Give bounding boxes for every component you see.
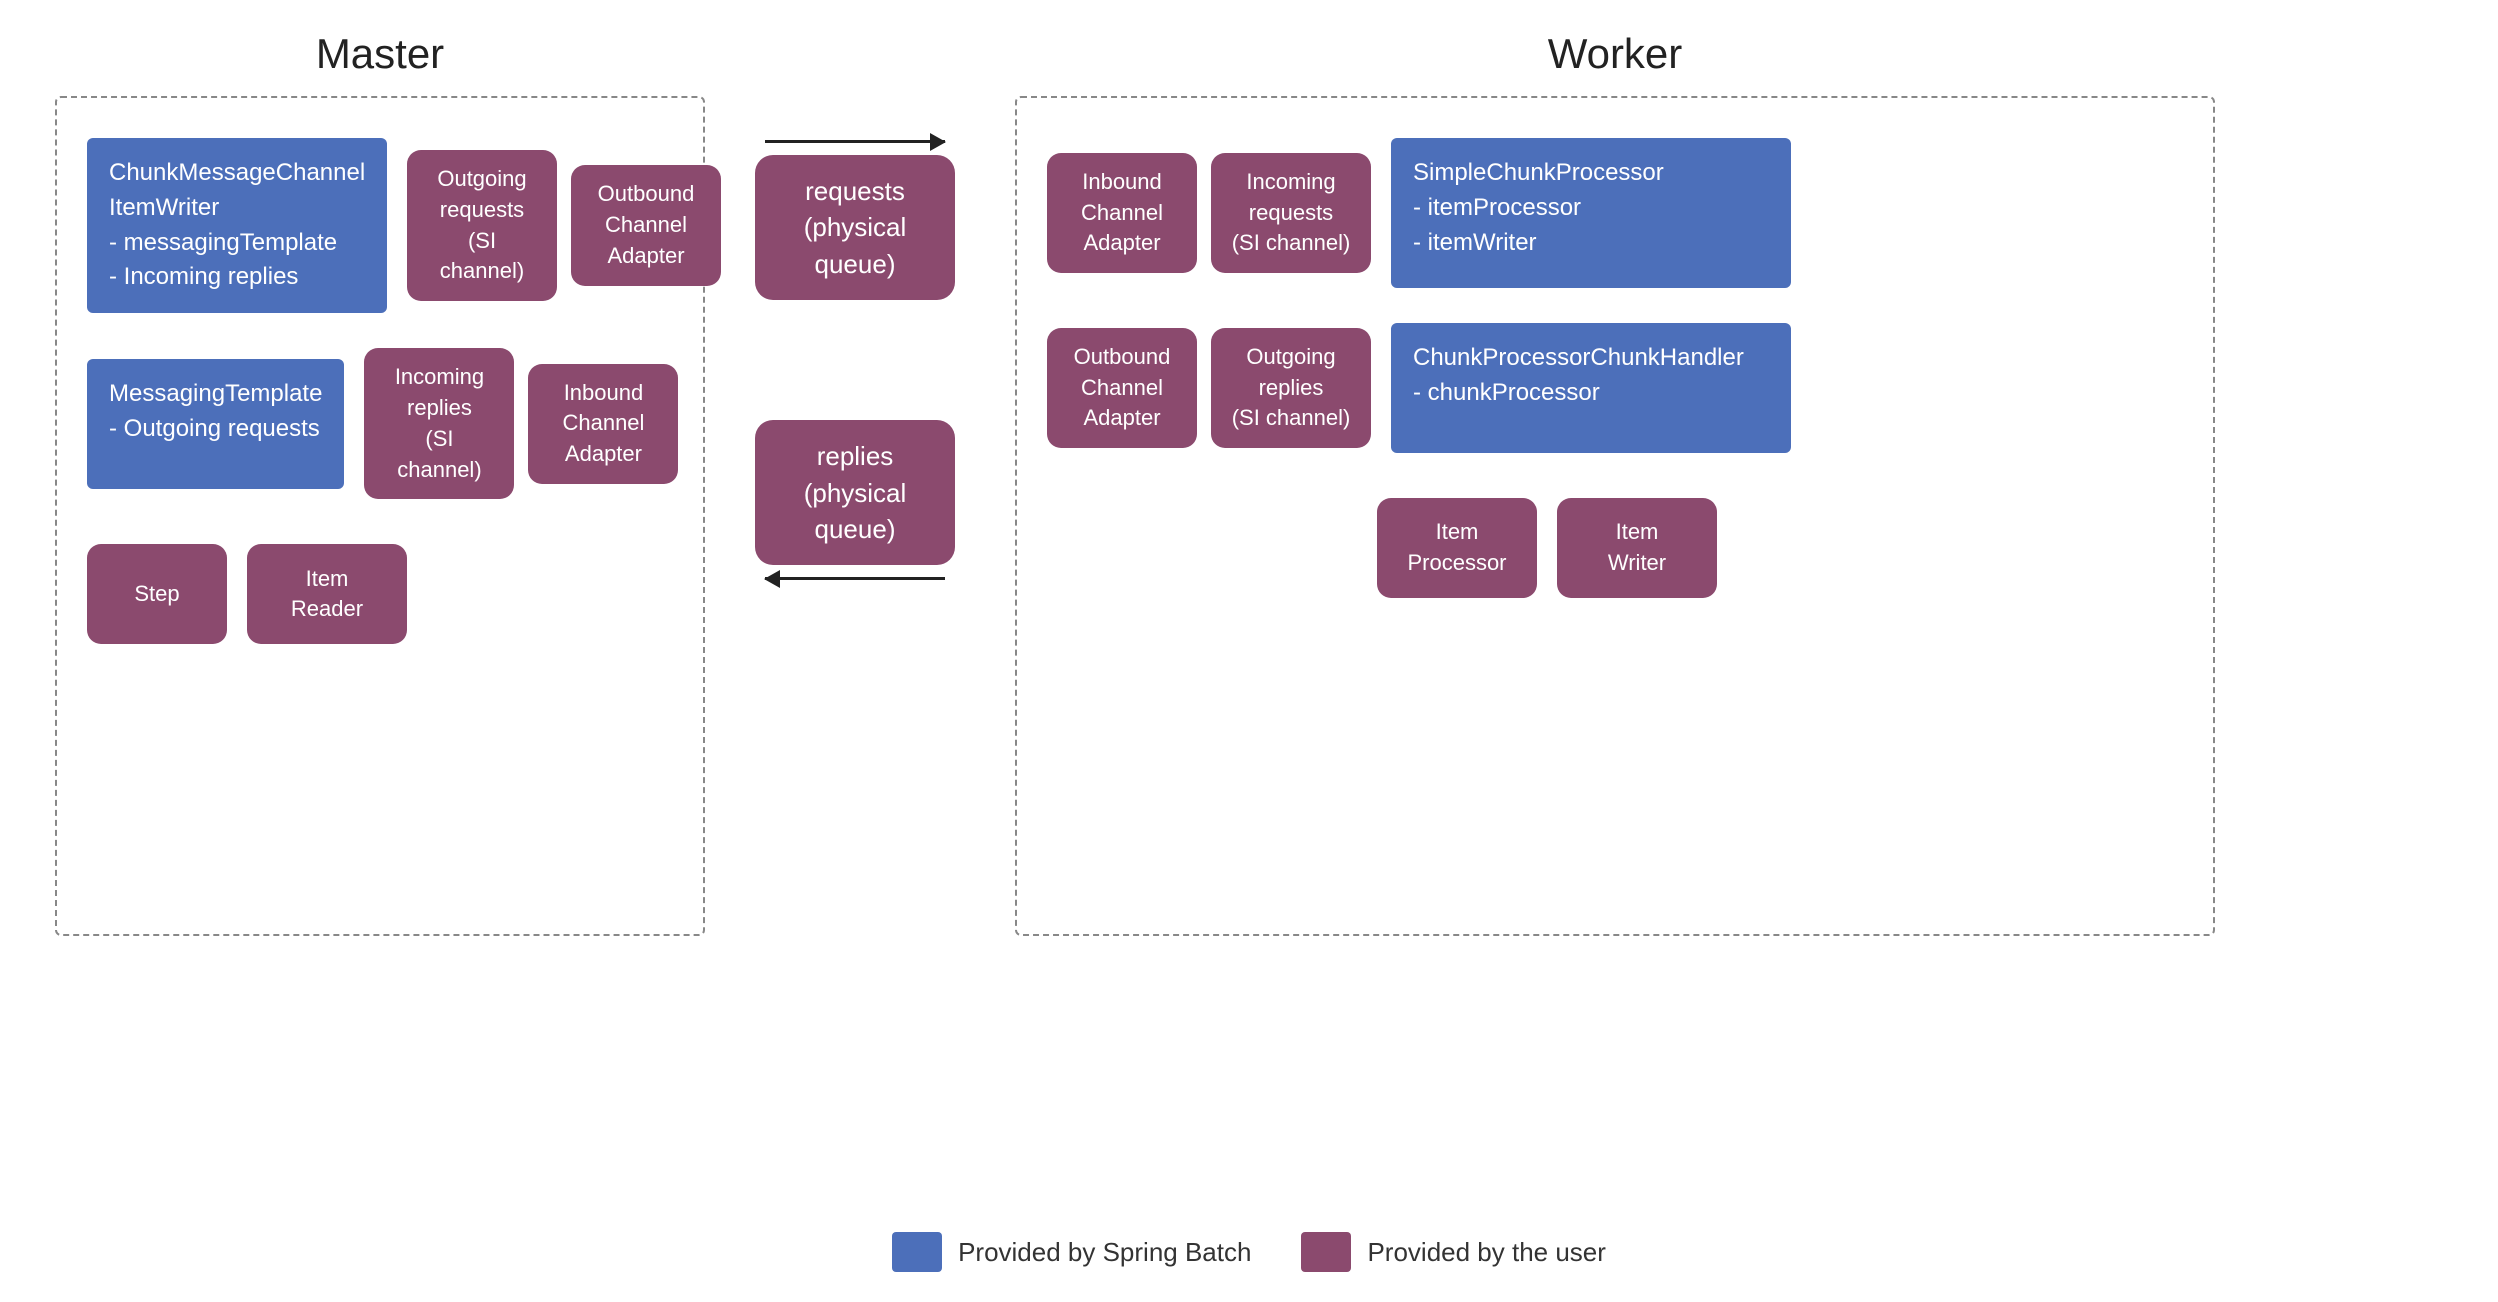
chunk-message-channel-box: ChunkMessageChannel ItemWriter - messagi… xyxy=(87,138,387,313)
worker-dashed-box: InboundChannelAdapter Incomingrequests(S… xyxy=(1015,96,2215,936)
legend: Provided by Spring Batch Provided by the… xyxy=(892,1232,1606,1272)
inbound-channel-adapter-1: InboundChannelAdapter xyxy=(528,364,678,484)
master-section: Master ChunkMessageChannel ItemWriter - … xyxy=(40,30,720,936)
page-container: Master ChunkMessageChannel ItemWriter - … xyxy=(0,0,2498,1302)
master-title: Master xyxy=(316,30,444,78)
worker-title: Worker xyxy=(1548,30,1683,78)
master-row-2: MessagingTemplate - Outgoing requests In… xyxy=(87,348,673,499)
left-arrow xyxy=(765,577,945,580)
right-arrow xyxy=(765,140,945,143)
inbound-channel-adapter-2: InboundChannelAdapter xyxy=(1047,153,1197,273)
outgoing-replies-channel: Outgoingreplies(SI channel) xyxy=(1211,328,1371,448)
worker-row-1: InboundChannelAdapter Incomingrequests(S… xyxy=(1047,138,2183,288)
legend-user: Provided by the user xyxy=(1301,1232,1605,1272)
master-inner: ChunkMessageChannel ItemWriter - messagi… xyxy=(87,138,673,644)
replies-flow: replies(physical queue) xyxy=(755,420,955,580)
replies-queue: replies(physical queue) xyxy=(755,420,955,565)
worker-row-3: ItemProcessor ItemWriter xyxy=(1047,498,2183,598)
legend-spring-batch-label: Provided by Spring Batch xyxy=(958,1237,1251,1268)
item-reader-box: ItemReader xyxy=(247,544,407,644)
master-dashed-box: ChunkMessageChannel ItemWriter - messagi… xyxy=(55,96,705,936)
diagram-area: Master ChunkMessageChannel ItemWriter - … xyxy=(40,30,2458,1202)
outgoing-channel-pair: Outgoing requests(SI channel) OutboundCh… xyxy=(407,150,721,301)
outgoing-requests-channel: Outgoing requests(SI channel) xyxy=(407,150,557,301)
master-row-3: Step ItemReader xyxy=(87,544,673,644)
requests-queue: requests(physical queue) xyxy=(755,155,955,300)
messaging-template-box: MessagingTemplate - Outgoing requests xyxy=(87,359,344,489)
requests-flow: requests(physical queue) xyxy=(755,140,955,300)
item-processor-box: ItemProcessor xyxy=(1377,498,1537,598)
simple-chunk-processor-box: SimpleChunkProcessor - itemProcessor - i… xyxy=(1391,138,1791,288)
master-row-1: ChunkMessageChannel ItemWriter - messagi… xyxy=(87,138,673,313)
incoming-channel-pair: Incomingreplies(SI channel) InboundChann… xyxy=(364,348,678,499)
step-box: Step xyxy=(87,544,227,644)
incoming-replies-channel: Incomingreplies(SI channel) xyxy=(364,348,514,499)
worker-row-2: OutboundChannelAdapter Outgoingreplies(S… xyxy=(1047,323,2183,453)
legend-blue-swatch xyxy=(892,1232,942,1272)
item-writer-box: ItemWriter xyxy=(1557,498,1717,598)
legend-rose-swatch xyxy=(1301,1232,1351,1272)
outbound-channel-adapter-1: OutboundChannelAdapter xyxy=(571,165,721,285)
incoming-requests-channel: Incomingrequests(SI channel) xyxy=(1211,153,1371,273)
chunk-processor-chunk-handler-box: ChunkProcessorChunkHandler - chunkProces… xyxy=(1391,323,1791,453)
legend-spring-batch: Provided by Spring Batch xyxy=(892,1232,1251,1272)
legend-user-label: Provided by the user xyxy=(1367,1237,1605,1268)
worker-incoming-pair: InboundChannelAdapter Incomingrequests(S… xyxy=(1047,153,1371,273)
middle-area: requests(physical queue) replies(physica… xyxy=(720,30,990,580)
outbound-channel-adapter-2: OutboundChannelAdapter xyxy=(1047,328,1197,448)
worker-outgoing-pair: OutboundChannelAdapter Outgoingreplies(S… xyxy=(1047,328,1371,448)
worker-inner: InboundChannelAdapter Incomingrequests(S… xyxy=(1047,138,2183,598)
worker-section: Worker InboundChannelAdapter Incomingreq… xyxy=(990,30,2240,936)
